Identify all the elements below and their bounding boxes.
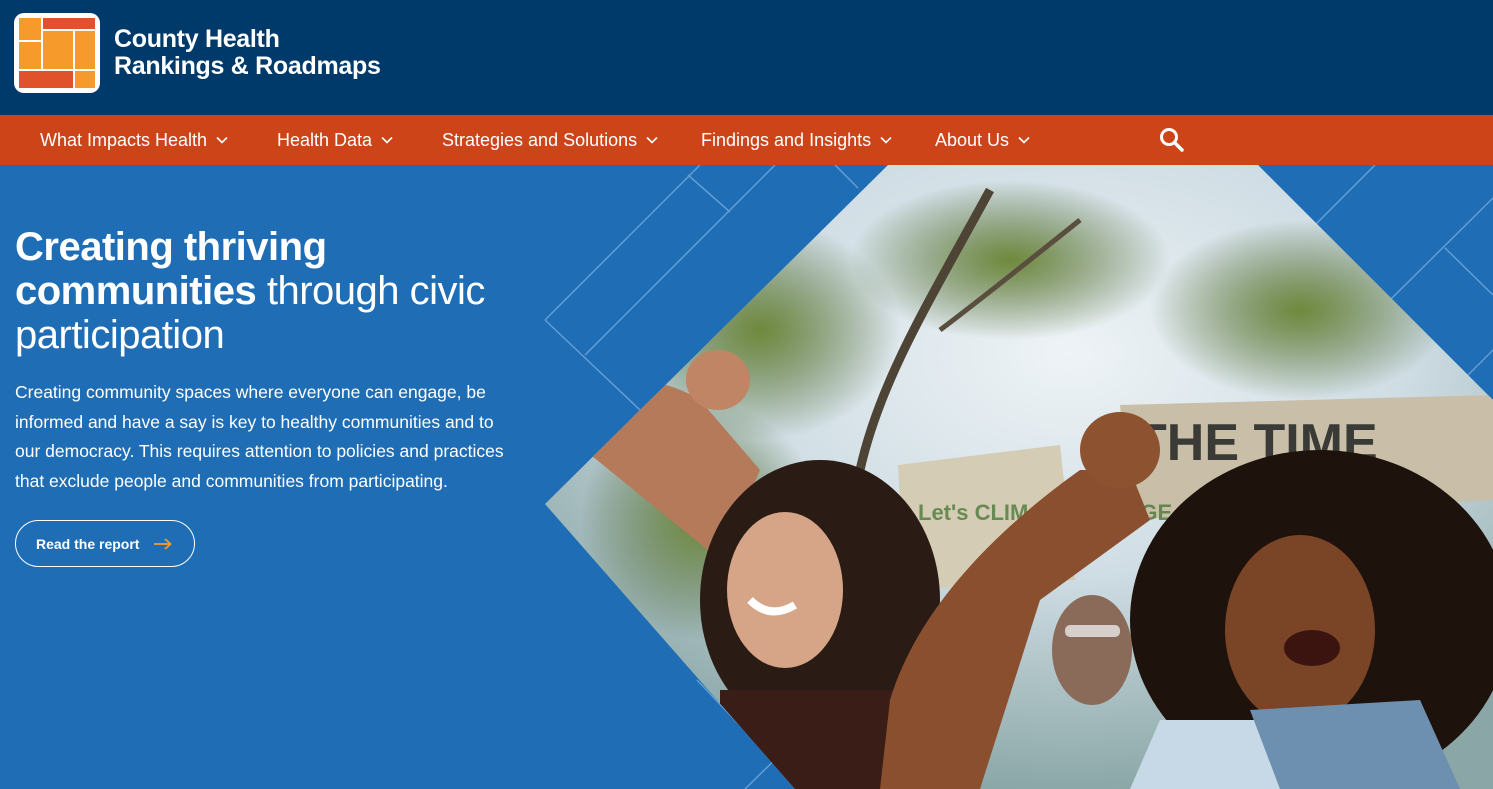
- nav-label: What Impacts Health: [40, 129, 208, 150]
- nav-what-impacts-health[interactable]: What Impacts Health: [40, 115, 228, 165]
- chevron-down-icon: [646, 136, 658, 144]
- chevron-down-icon: [381, 136, 393, 144]
- search-icon[interactable]: [1158, 126, 1186, 154]
- hero-description: Creating community spaces where everyone…: [15, 382, 504, 491]
- nav-health-data[interactable]: Health Data: [277, 115, 393, 165]
- chevron-down-icon: [216, 136, 228, 144]
- read-report-button[interactable]: Read the report: [15, 520, 195, 567]
- nav-strategies-and-solutions[interactable]: Strategies and Solutions: [442, 115, 658, 165]
- nav-label: Strategies and Solutions: [442, 129, 638, 150]
- arrow-right-icon: [154, 537, 173, 550]
- read-report-label: Read the report: [36, 535, 140, 552]
- site-logo[interactable]: [14, 13, 100, 93]
- chevron-down-icon: [880, 136, 892, 144]
- nav-label: Health Data: [277, 129, 373, 150]
- chevron-down-icon: [1018, 136, 1030, 144]
- nav-label: About Us: [935, 129, 1010, 150]
- brand-line-1: County Health: [114, 25, 280, 53]
- brand-line-2: Rankings & Roadmaps: [114, 52, 381, 80]
- site-header: County Health Rankings & Roadmaps: [0, 0, 1493, 115]
- hero-headline: Creating thriving communities through ci…: [15, 225, 535, 357]
- nav-label: Findings and Insights: [701, 129, 872, 150]
- nav-about-us[interactable]: About Us: [935, 115, 1030, 165]
- brand-name[interactable]: County Health Rankings & Roadmaps: [114, 26, 381, 80]
- nav-findings-and-insights[interactable]: Findings and Insights: [701, 115, 892, 165]
- main-nav: What Impacts Health Health Data Strategi…: [0, 115, 1493, 165]
